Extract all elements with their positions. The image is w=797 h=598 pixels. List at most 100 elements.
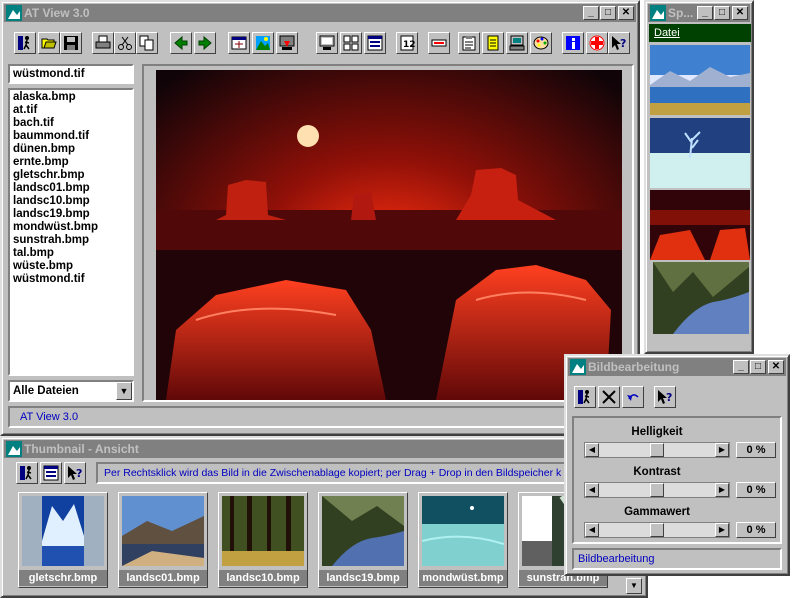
file-list-item[interactable]: mondwüst.bmp xyxy=(10,221,132,234)
file-list-item[interactable]: bach.tif xyxy=(10,117,132,130)
edit-minimize-button[interactable]: _ xyxy=(733,360,749,374)
speicher-minimize-button[interactable]: _ xyxy=(697,6,713,20)
thumbnail-titlebar[interactable]: Thumbnail - Ansicht xyxy=(4,440,644,458)
minus-button[interactable] xyxy=(428,32,450,54)
gammawert-slider[interactable]: ◀ ▶ xyxy=(584,522,730,538)
gammawert-left-arrow[interactable]: ◀ xyxy=(585,523,599,537)
kontrast-left-arrow[interactable]: ◀ xyxy=(585,483,599,497)
kontrast-thumb[interactable] xyxy=(650,483,664,497)
thumbnail-landsc01[interactable]: landsc01.bmp xyxy=(118,492,208,588)
thumbnail-landsc19[interactable]: landsc19.bmp xyxy=(318,492,408,588)
file-list-item[interactable]: ernte.bmp xyxy=(10,156,132,169)
file-list-item[interactable]: landsc19.bmp xyxy=(10,208,132,221)
plus-button[interactable] xyxy=(586,32,608,54)
speicher-thumb-bach[interactable] xyxy=(653,262,749,334)
edit-cancel-button[interactable] xyxy=(598,386,620,408)
helligkeit-left-arrow[interactable]: ◀ xyxy=(585,443,599,457)
monitor-button[interactable] xyxy=(316,32,338,54)
scanner-icon xyxy=(509,35,525,51)
edit-exit-button[interactable] xyxy=(574,386,596,408)
file-list-item[interactable]: dünen.bmp xyxy=(10,143,132,156)
open-button[interactable] xyxy=(38,32,60,54)
thumb-help-button[interactable]: ? xyxy=(64,462,86,484)
thumb-exit-button[interactable] xyxy=(16,462,38,484)
minimize-button[interactable]: _ xyxy=(583,6,599,20)
thumb-list-button[interactable] xyxy=(40,462,62,484)
helligkeit-right-arrow[interactable]: ▶ xyxy=(715,443,729,457)
speicher-thumb-baummond[interactable] xyxy=(650,118,750,188)
thumb-label: landsc19.bmp xyxy=(319,570,407,586)
scanner-button[interactable] xyxy=(506,32,528,54)
help-button[interactable]: ? xyxy=(608,32,630,54)
save-button[interactable] xyxy=(60,32,82,54)
speicher-thumb-wuestmond[interactable] xyxy=(650,190,750,260)
print-button[interactable] xyxy=(92,32,114,54)
edit-undo-button[interactable] xyxy=(622,386,644,408)
image-button[interactable] xyxy=(252,32,274,54)
gammawert-thumb[interactable] xyxy=(650,523,664,537)
kontrast-slider[interactable]: ◀ ▶ xyxy=(584,482,730,498)
close-icon xyxy=(602,390,616,404)
menu-datei[interactable]: Datei xyxy=(649,27,680,39)
thumb-scroll-down-button[interactable]: ▼ xyxy=(626,578,642,594)
thumbnail-gletschr[interactable]: gletschr.bmp xyxy=(18,492,108,588)
palette-button[interactable] xyxy=(530,32,552,54)
forward-button[interactable] xyxy=(194,32,216,54)
main-titlebar[interactable]: AT View 3.0 _ □ ✕ xyxy=(4,4,636,22)
gammawert-value: 0 % xyxy=(736,522,776,538)
dice-icon: 12 xyxy=(400,35,415,51)
speicher-thumb-list[interactable] xyxy=(649,44,751,334)
thumbnail-strip[interactable]: gletschr.bmp landsc01.bmp landsc10.bmp l… xyxy=(14,490,624,594)
edit-close-button[interactable]: ✕ xyxy=(768,360,784,374)
close-button[interactable]: ✕ xyxy=(618,6,634,20)
current-file-field[interactable]: wüstmond.tif xyxy=(8,64,134,84)
clipboard-button[interactable] xyxy=(458,32,480,54)
fit-button[interactable] xyxy=(228,32,250,54)
cut-button[interactable] xyxy=(114,32,136,54)
dice-button[interactable]: 12 xyxy=(396,32,418,54)
file-list-item[interactable]: baummond.tif xyxy=(10,130,132,143)
file-list-item[interactable]: tal.bmp xyxy=(10,247,132,260)
file-list-item[interactable]: landsc01.bmp xyxy=(10,182,132,195)
edit-window: Bildbearbeitung _ □ ✕ ? Helligkeit ◀ ▶ 0… xyxy=(564,354,790,576)
edit-titlebar[interactable]: Bildbearbeitung _ □ ✕ xyxy=(568,358,786,376)
list-view-button[interactable] xyxy=(364,32,386,54)
grid-button[interactable] xyxy=(340,32,362,54)
thumbnail-landsc10[interactable]: landsc10.bmp xyxy=(218,492,308,588)
kontrast-right-arrow[interactable]: ▶ xyxy=(715,483,729,497)
info-button[interactable] xyxy=(562,32,584,54)
speicher-maximize-button[interactable]: □ xyxy=(714,6,730,20)
file-list-item[interactable]: at.tif xyxy=(10,104,132,117)
file-list-item[interactable]: alaska.bmp xyxy=(10,91,132,104)
note-button[interactable] xyxy=(482,32,504,54)
edit-maximize-button[interactable]: □ xyxy=(750,360,766,374)
file-list-item[interactable]: landsc10.bmp xyxy=(10,195,132,208)
forward-icon xyxy=(198,35,212,51)
helligkeit-thumb[interactable] xyxy=(650,443,664,457)
copy-button[interactable] xyxy=(136,32,158,54)
speicher-thumb-alaska[interactable] xyxy=(650,45,750,115)
file-list-item[interactable]: gletschr.bmp xyxy=(10,169,132,182)
speicher-close-button[interactable]: ✕ xyxy=(732,6,748,20)
maximize-button[interactable]: □ xyxy=(600,6,616,20)
back-button[interactable] xyxy=(170,32,192,54)
thumbnail-mondwuest[interactable]: mondwüst.bmp xyxy=(418,492,508,588)
speicher-titlebar[interactable]: Sp... _ □ ✕ xyxy=(648,4,750,22)
dropdown-arrow-button[interactable]: ▼ xyxy=(116,382,132,400)
file-list-item[interactable]: wüstmond.tif xyxy=(10,273,132,286)
exit-icon xyxy=(18,36,30,50)
file-list[interactable]: alaska.bmp at.tif bach.tif baummond.tif düne… xyxy=(8,88,134,376)
svg-text:12: 12 xyxy=(403,40,415,50)
download-button[interactable] xyxy=(276,32,298,54)
thumb-label: mondwüst.bmp xyxy=(419,570,507,586)
image-viewport[interactable] xyxy=(142,64,634,402)
filter-dropdown[interactable]: Alle Dateien ▼ xyxy=(8,380,134,402)
exit-button[interactable] xyxy=(14,32,36,54)
kontrast-label: Kontrast xyxy=(633,466,681,478)
gammawert-right-arrow[interactable]: ▶ xyxy=(715,523,729,537)
file-list-item[interactable]: wüste.bmp xyxy=(10,260,132,273)
helligkeit-slider[interactable]: ◀ ▶ xyxy=(584,442,730,458)
main-window: AT View 3.0 _ □ ✕ 12 ? wüstmond.tif alas… xyxy=(0,0,640,436)
file-list-item[interactable]: sunstrah.bmp xyxy=(10,234,132,247)
edit-help-button[interactable]: ? xyxy=(654,386,676,408)
